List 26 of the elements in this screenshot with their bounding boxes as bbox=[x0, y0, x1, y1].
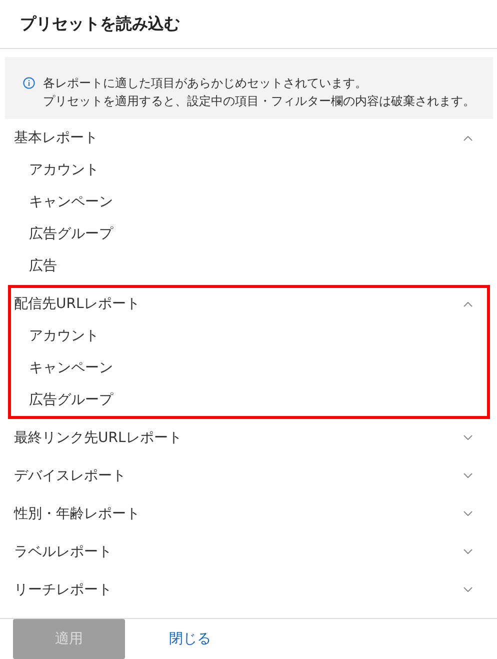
section-header[interactable]: 最終リンク先URLレポート bbox=[11, 422, 487, 454]
info-icon bbox=[23, 77, 35, 90]
preset-item[interactable]: 広告 bbox=[11, 250, 487, 282]
preset-item[interactable]: 広告グループ bbox=[11, 384, 487, 416]
section-header[interactable]: 基本レポート bbox=[11, 122, 487, 154]
chevron-down-icon bbox=[463, 435, 473, 441]
notice-text: 各レポートに適した項目があらかじめセットされています。 bbox=[43, 75, 368, 92]
preset-item[interactable]: 広告グループ bbox=[11, 218, 487, 250]
chevron-up-icon bbox=[463, 301, 473, 307]
chevron-down-icon bbox=[463, 587, 473, 593]
chevron-down-icon bbox=[463, 549, 473, 555]
chevron-down-icon bbox=[463, 473, 473, 479]
notice-text: プリセットを適用すると、設定中の項目・フィルター欄の内容は破棄されます。 bbox=[43, 93, 475, 110]
section-header[interactable]: 配信先URLレポート bbox=[11, 288, 487, 320]
preset-item[interactable]: アカウント bbox=[11, 320, 487, 352]
section-header[interactable]: リーチレポート bbox=[11, 574, 487, 606]
chevron-down-icon bbox=[463, 511, 473, 517]
chevron-up-icon bbox=[463, 135, 473, 141]
preset-item[interactable]: アカウント bbox=[11, 154, 487, 186]
section-header[interactable]: ラベルレポート bbox=[11, 536, 487, 568]
preset-item[interactable]: キャンペーン bbox=[11, 352, 487, 384]
section-header[interactable]: デバイスレポート bbox=[11, 460, 487, 492]
dialog-title: プリセットを読み込む bbox=[20, 14, 180, 35]
preset-item[interactable]: キャンペーン bbox=[11, 186, 487, 218]
close-link[interactable]: 閉じる bbox=[169, 630, 211, 648]
section-header[interactable]: 性別・年齢レポート bbox=[11, 498, 487, 530]
